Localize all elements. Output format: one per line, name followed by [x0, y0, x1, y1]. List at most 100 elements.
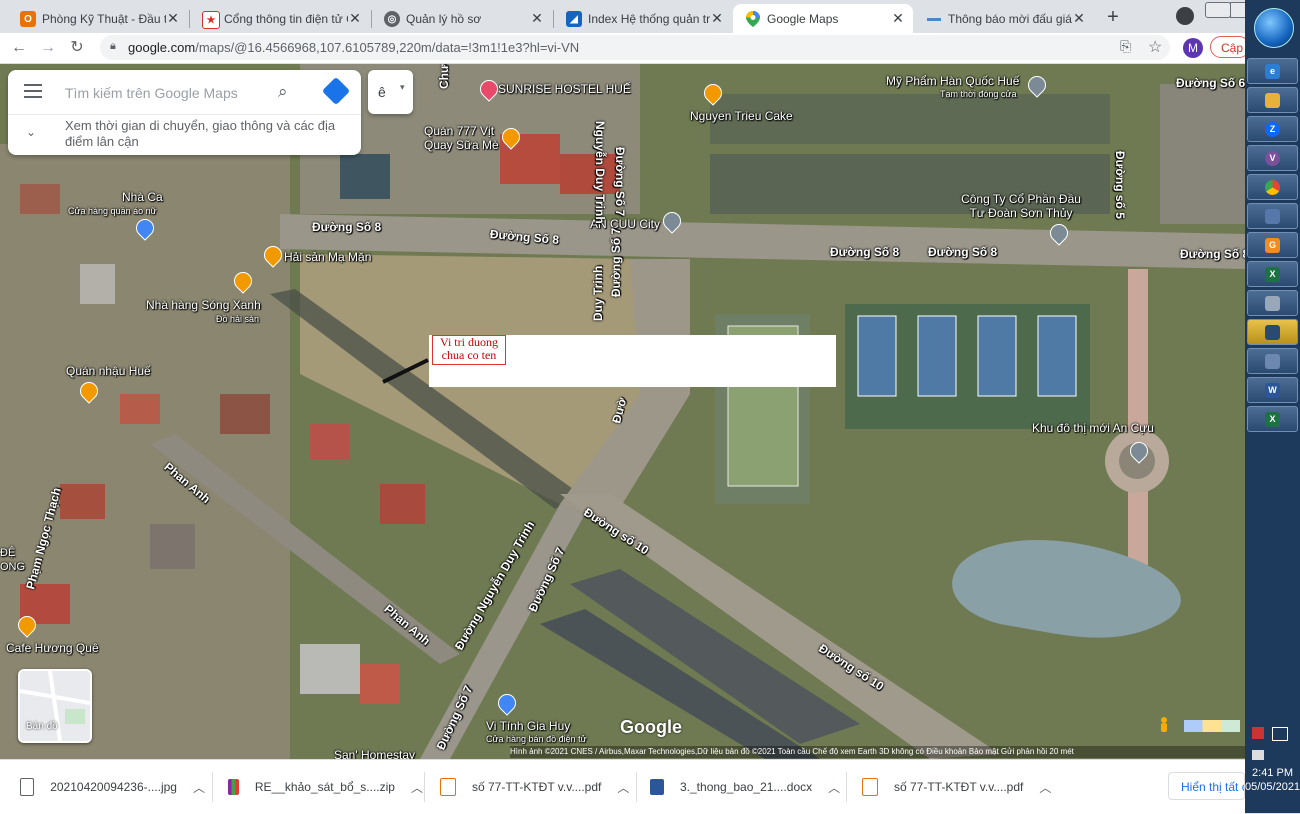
close-icon[interactable]: ✕	[166, 10, 180, 27]
nearby-prompt[interactable]: Xem thời gian di chuyển, giao thông và c…	[65, 118, 350, 150]
place-sub-label: Cửa hàng bán đồ điện tử	[486, 734, 587, 744]
volume-icon[interactable]	[1252, 750, 1264, 760]
place-sub-label: Đồ hải sản	[216, 314, 260, 324]
chevron-up-icon[interactable]: ︿	[1039, 779, 1051, 796]
imagery-thumbnails-icon[interactable]	[1184, 720, 1240, 732]
tab-quan-ly-ho-so[interactable]: ◎ Quản lý hồ sơ ✕	[372, 4, 552, 33]
tab-thong-bao-dau-gia[interactable]: Thông báo mời đấu giá - ✕	[914, 4, 1094, 33]
taskbar-word[interactable]: W	[1247, 377, 1298, 403]
divider	[636, 772, 637, 802]
place-label[interactable]: Nhà hàng Sóng Xanh	[146, 298, 261, 312]
download-item[interactable]: số 77-TT-KTĐT v.v....pdf ︿	[440, 770, 640, 804]
tab-strip: O Phòng Kỹ Thuật - Đầu tư ✕ ★ Cổng thông…	[0, 0, 1248, 33]
place-label[interactable]: Mỹ Phẩm Hàn Quốc Huế	[886, 74, 1019, 88]
portal-icon: ★	[202, 11, 220, 29]
excel-icon: X	[1265, 412, 1280, 427]
download-item[interactable]: 20210420094236-....jpg ︿	[20, 770, 205, 804]
close-icon[interactable]: ✕	[348, 10, 362, 27]
taskbar-window[interactable]	[1247, 348, 1298, 374]
tab-google-maps[interactable]: Google Maps ✕	[733, 4, 913, 33]
download-item[interactable]: 3._thong_bao_21....docx ︿	[650, 770, 845, 804]
place-label[interactable]: Cafe Hương Quê	[6, 641, 99, 655]
install-icon[interactable]: ⎘	[1120, 38, 1131, 55]
divider	[212, 772, 213, 802]
reload-button[interactable]: ↻	[66, 37, 88, 59]
close-icon[interactable]: ✕	[1072, 10, 1086, 27]
update-button[interactable]: Cập nhật	[1210, 36, 1250, 58]
forward-button[interactable]: →	[37, 37, 59, 59]
place-label[interactable]: Hải sản Mạ Mặn	[284, 250, 371, 264]
action-center-flag-icon[interactable]	[1252, 727, 1264, 739]
chevron-up-icon[interactable]: ︿	[828, 779, 840, 796]
road-label: Đường Số 6	[1176, 76, 1245, 90]
close-icon[interactable]: ✕	[530, 10, 544, 27]
tab-cong-thong-tin[interactable]: ★ Cổng thông tin điện tử Cổ ✕	[190, 4, 370, 33]
taskbar-app-orange[interactable]: G	[1247, 232, 1298, 258]
taskbar-chrome[interactable]	[1247, 174, 1298, 200]
system-clock[interactable]: 2:41 PM 05/05/2021	[1245, 766, 1300, 794]
place-label[interactable]: Quán 777 Vịt Quay Sữa Mè	[424, 124, 502, 152]
taskbar-ie[interactable]: e	[1247, 58, 1298, 84]
taskbar-excel[interactable]: X	[1247, 261, 1298, 287]
taskbar-app-yellow[interactable]	[1247, 319, 1298, 345]
lock-icon[interactable]: 🔒︎	[110, 40, 120, 54]
search-icon[interactable]: ⌕	[278, 82, 288, 102]
taskbar-explorer[interactable]	[1247, 87, 1298, 113]
chevron-up-icon[interactable]: ︿	[411, 779, 423, 796]
network-tray-icon[interactable]	[1272, 727, 1288, 741]
taskbar-viber[interactable]: V	[1247, 145, 1298, 171]
chevron-down-icon[interactable]: ⌄	[26, 125, 36, 139]
profile-avatar[interactable]: M	[1183, 38, 1203, 58]
place-label[interactable]: Công Ty Cổ Phần Đầu Tư Đoàn Sơn Thủy	[956, 192, 1086, 220]
place-label[interactable]: Khu đô thị mới An Cựu	[1032, 421, 1154, 435]
road-label: Đường Số 8	[928, 245, 998, 259]
directions-icon[interactable]	[321, 76, 351, 106]
menu-icon[interactable]	[24, 84, 42, 98]
tab-search-button[interactable]	[1176, 7, 1194, 25]
zalo-icon: Z	[1265, 122, 1280, 137]
minimize-button[interactable]	[1205, 2, 1231, 18]
tab-index-he-thong[interactable]: ◢ Index Hệ thống quản trị V ✕	[554, 4, 732, 33]
close-icon[interactable]: ✕	[891, 10, 905, 27]
input-tools-button[interactable]: ê ▾	[368, 70, 413, 114]
taskbar-zalo[interactable]: Z	[1247, 116, 1298, 142]
chevron-up-icon[interactable]: ︿	[617, 779, 629, 796]
window-icon	[1265, 354, 1280, 369]
place-label[interactable]: SUNRISE HOSTEL HUẾ	[498, 82, 631, 96]
road-label: Đường số 5	[1113, 151, 1127, 219]
bookmark-star-icon[interactable]: ☆	[1148, 37, 1162, 57]
search-input[interactable]: Tìm kiếm trên Google Maps	[65, 85, 238, 101]
close-icon[interactable]: ✕	[710, 10, 724, 27]
taskbar-document[interactable]	[1247, 290, 1298, 316]
taskbar-excel-2[interactable]: X	[1247, 406, 1298, 432]
satellite-map[interactable]: SUNRISE HOSTEL HUẾ Nguyen Trieu Cake Mỹ …	[0, 64, 1245, 759]
url-text[interactable]: google.com/maps/@16.4566968,107.6105789,…	[128, 40, 579, 55]
road-label: Đường Số 8	[1180, 247, 1245, 261]
map-attribution[interactable]: Hình ảnh ©2021 CNES / Airbus,Maxar Techn…	[510, 746, 1245, 758]
place-label[interactable]: Vi Tính Gia Huy	[486, 719, 570, 733]
place-label[interactable]: ĐỆ ONG	[0, 546, 25, 574]
browser-toolbar: ← → ↻ 🔒︎ google.com/maps/@16.4566968,107…	[0, 33, 1245, 64]
address-bar[interactable]: 🔒︎ google.com/maps/@16.4566968,107.61057…	[100, 35, 1170, 60]
pegman-icon[interactable]	[1158, 716, 1170, 736]
download-item[interactable]: số 77-TT-KTĐT v.v....pdf ︿	[862, 770, 1062, 804]
show-all-downloads-button[interactable]: Hiển thị tất cả	[1168, 772, 1245, 800]
layers-toggle[interactable]: Bản đồ	[18, 669, 92, 743]
annotation-label: Vi tri duong chua co ten	[432, 335, 506, 365]
chevron-up-icon[interactable]: ︿	[193, 779, 205, 796]
taskbar-network[interactable]	[1247, 203, 1298, 229]
dash-icon	[926, 11, 942, 27]
start-button[interactable]	[1254, 8, 1294, 48]
new-tab-button[interactable]: +	[1100, 4, 1126, 30]
docx-file-icon	[650, 779, 664, 795]
place-label[interactable]: Quán nhậu Huế	[66, 364, 151, 378]
download-item[interactable]: RE__khảo_sát_bổ_s....zip ︿	[228, 770, 423, 804]
layers-label: Bản đồ	[26, 721, 58, 732]
google-logo: Google	[620, 717, 682, 737]
input-language-label: ê	[378, 84, 386, 100]
back-button[interactable]: ←	[8, 37, 30, 59]
place-label[interactable]: San' Homestay	[334, 748, 415, 759]
place-label[interactable]: Nguyen Trieu Cake	[690, 109, 793, 123]
place-label[interactable]: Nhà Ca	[122, 190, 163, 204]
tab-phong-ky-thuat[interactable]: O Phòng Kỹ Thuật - Đầu tư ✕	[8, 4, 188, 33]
